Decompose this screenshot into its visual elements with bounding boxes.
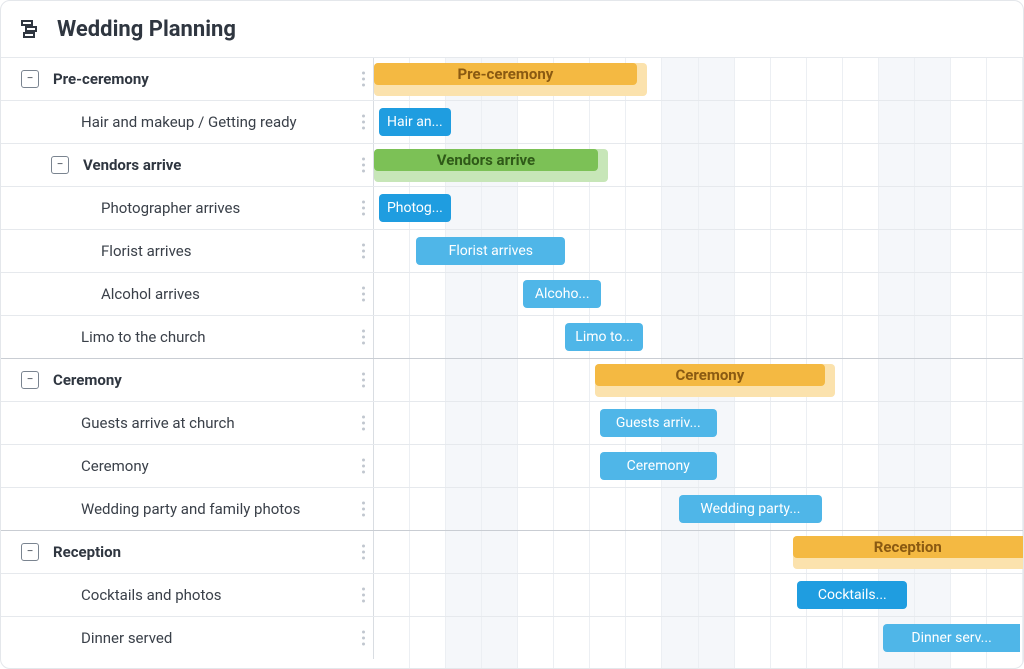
gantt-content: −Pre-ceremonyPre-ceremonyHair and makeup… [1, 57, 1023, 669]
timeline-cell: Photog... [374, 187, 1023, 229]
group-row: −ReceptionReception [1, 530, 1023, 573]
collapse-button[interactable]: − [51, 156, 69, 174]
task-row: Alcohol arrives Alcoho... [1, 272, 1023, 315]
group-name[interactable]: Ceremony [53, 371, 122, 389]
collapse-button[interactable]: − [21, 371, 39, 389]
drag-handle-icon[interactable] [362, 373, 365, 388]
task-bar[interactable]: Wedding party... [679, 495, 822, 523]
task-row: Ceremony Ceremony [1, 444, 1023, 487]
task-row: Dinner served Dinner serv... [1, 616, 1023, 659]
drag-handle-icon[interactable] [362, 201, 365, 216]
timeline-cell: Dinner serv... [374, 617, 1023, 659]
task-name[interactable]: Dinner served [81, 629, 172, 647]
timeline-cell: Guests arriv... [374, 402, 1023, 444]
group-name[interactable]: Reception [53, 543, 121, 561]
task-row: Photographer arrives Photog... [1, 186, 1023, 229]
task-name[interactable]: Wedding party and family photos [81, 500, 300, 518]
timeline-cell: Wedding party... [374, 488, 1023, 530]
task-name[interactable]: Cocktails and photos [81, 586, 222, 604]
task-bar[interactable]: Dinner serv... [883, 624, 1019, 652]
timeline-cell: Cocktails... [374, 574, 1023, 616]
task-name[interactable]: Photographer arrives [101, 199, 240, 217]
group-bar-label: Pre-ceremony [374, 63, 637, 85]
task-name[interactable]: Hair and makeup / Getting ready [81, 113, 297, 131]
drag-handle-icon[interactable] [362, 545, 365, 560]
task-row: Cocktails and photos Cocktails... [1, 573, 1023, 616]
task-bar[interactable]: Florist arrives [416, 237, 565, 265]
collapse-button[interactable]: − [21, 70, 39, 88]
drag-handle-icon[interactable] [362, 330, 365, 345]
drag-handle-icon[interactable] [362, 416, 365, 431]
task-row: Florist arrives Florist arrives [1, 229, 1023, 272]
task-name[interactable]: Ceremony [81, 457, 149, 475]
task-row: Limo to the church Limo to... [1, 315, 1023, 358]
task-name[interactable]: Limo to the church [81, 328, 205, 346]
group-name[interactable]: Vendors arrive [83, 156, 181, 174]
task-bar[interactable]: Alcoho... [523, 280, 601, 308]
group-bar-label: Ceremony [595, 364, 825, 386]
timeline-cell: Ceremony [374, 445, 1023, 487]
header: Wedding Planning [1, 1, 1023, 57]
group-bar-label: Reception [793, 536, 1023, 558]
task-name[interactable]: Florist arrives [101, 242, 191, 260]
app-window: Wedding Planning −Pre-ceremonyPre-ceremo… [0, 0, 1024, 669]
task-bar[interactable]: Photog... [379, 194, 450, 222]
task-name[interactable]: Guests arrive at church [81, 414, 235, 432]
group-row: −Vendors arriveVendors arrive [1, 143, 1023, 186]
task-bar[interactable]: Ceremony [600, 452, 717, 480]
task-row: Wedding party and family photos Wedding p… [1, 487, 1023, 530]
task-name[interactable]: Alcohol arrives [101, 285, 200, 303]
task-bar[interactable]: Cocktails... [797, 581, 907, 609]
task-bar[interactable]: Hair an... [379, 108, 450, 136]
gantt-icon [19, 17, 43, 41]
drag-handle-icon[interactable] [362, 459, 365, 474]
timeline-cell: Pre-ceremony [374, 58, 1023, 100]
page-title: Wedding Planning [57, 17, 236, 42]
task-bar[interactable]: Limo to... [565, 323, 643, 351]
drag-handle-icon[interactable] [362, 72, 365, 87]
group-row: −Pre-ceremonyPre-ceremony [1, 57, 1023, 100]
timeline-cell: Limo to... [374, 316, 1023, 358]
collapse-button[interactable]: − [21, 543, 39, 561]
task-row: Hair and makeup / Getting ready Hair an..… [1, 100, 1023, 143]
group-name[interactable]: Pre-ceremony [53, 70, 149, 88]
timeline-cell: Hair an... [374, 101, 1023, 143]
drag-handle-icon[interactable] [362, 158, 365, 173]
drag-handle-icon[interactable] [362, 631, 365, 646]
group-bar-label: Vendors arrive [374, 149, 598, 171]
group-row: −CeremonyCeremony [1, 358, 1023, 401]
task-row: Guests arrive at church Guests arriv... [1, 401, 1023, 444]
timeline-cell: Vendors arrive [374, 144, 1023, 186]
timeline-cell: Ceremony [374, 359, 1023, 401]
drag-handle-icon[interactable] [362, 502, 365, 517]
timeline-cell: Alcoho... [374, 273, 1023, 315]
timeline-cell: Reception [374, 531, 1023, 573]
drag-handle-icon[interactable] [362, 588, 365, 603]
drag-handle-icon[interactable] [362, 115, 365, 130]
drag-handle-icon[interactable] [362, 244, 365, 259]
task-bar[interactable]: Guests arriv... [600, 409, 717, 437]
timeline-cell: Florist arrives [374, 230, 1023, 272]
drag-handle-icon[interactable] [362, 287, 365, 302]
